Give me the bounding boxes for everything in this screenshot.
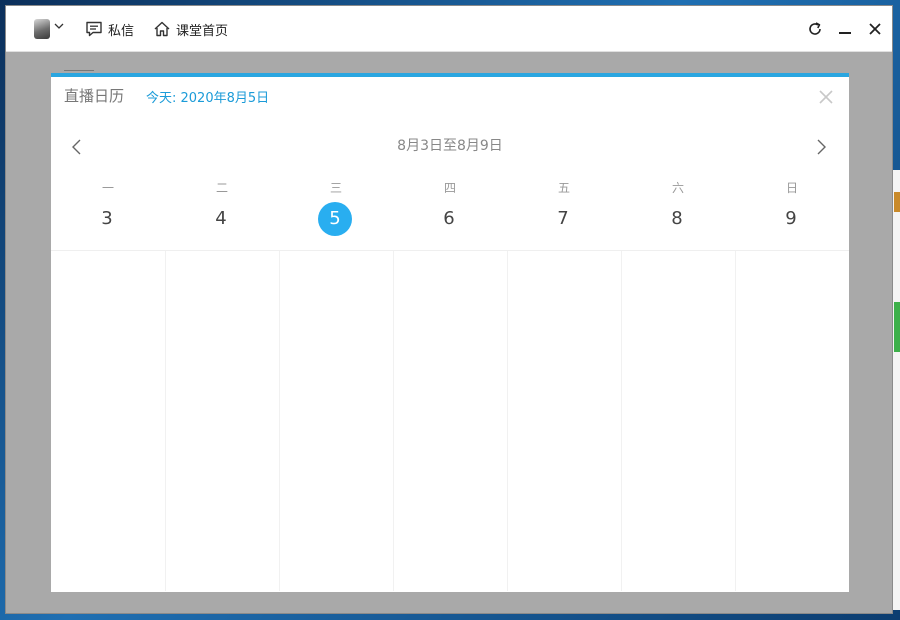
today-label[interactable]: 今天: 2020年8月5日	[146, 87, 269, 106]
dialog-close-icon[interactable]	[817, 88, 835, 106]
background-window-edge	[893, 170, 900, 610]
week-range-label: 8月3日至8月9日	[397, 138, 503, 154]
grid-divider	[621, 251, 622, 591]
date-number[interactable]: 8	[660, 202, 694, 236]
refresh-icon[interactable]	[805, 19, 825, 39]
grid-divider	[393, 251, 394, 591]
message-icon	[85, 20, 103, 38]
today-date-number[interactable]: 5	[318, 202, 352, 236]
week-view: 一 3 二 4 三 5 四 6 五 7 六 8 日 9	[51, 173, 849, 593]
messages-label: 私信	[108, 23, 135, 39]
weekday-label: 日	[785, 181, 798, 195]
course-home-button[interactable]: 课堂首页	[153, 19, 228, 39]
next-week-button[interactable]	[813, 138, 829, 156]
minimize-icon[interactable]	[835, 19, 855, 39]
close-icon[interactable]	[865, 19, 885, 39]
date-number[interactable]: 6	[432, 202, 466, 236]
grid-divider	[735, 251, 736, 591]
course-home-label: 课堂首页	[176, 23, 229, 39]
chevron-down-icon[interactable]	[54, 21, 66, 33]
dialog-title: 直播日历	[64, 87, 125, 105]
date-number[interactable]: 9	[774, 202, 808, 236]
weekday-label: 四	[443, 181, 456, 195]
live-calendar-dialog: 直播日历 今天: 2020年8月5日 8月3日至8月9日 一 3 二 4 三 5…	[51, 73, 849, 592]
grid-divider	[279, 251, 280, 591]
date-number[interactable]: 3	[90, 202, 124, 236]
chevron-right-icon	[817, 139, 826, 155]
weekday-label: 六	[671, 181, 684, 195]
title-bar: 私信 课堂首页	[6, 6, 892, 52]
weekday-label: 三	[329, 181, 342, 195]
schedule-grid[interactable]	[51, 250, 849, 591]
date-number[interactable]: 7	[546, 202, 580, 236]
weekday-label: 五	[557, 181, 570, 195]
avatar[interactable]	[34, 19, 50, 39]
date-number[interactable]: 4	[204, 202, 238, 236]
messages-button[interactable]: 私信	[85, 19, 134, 39]
weekday-label: 二	[215, 181, 228, 195]
home-icon	[153, 20, 171, 38]
grid-divider	[165, 251, 166, 591]
grid-divider	[507, 251, 508, 591]
weekday-label: 一	[101, 181, 114, 195]
